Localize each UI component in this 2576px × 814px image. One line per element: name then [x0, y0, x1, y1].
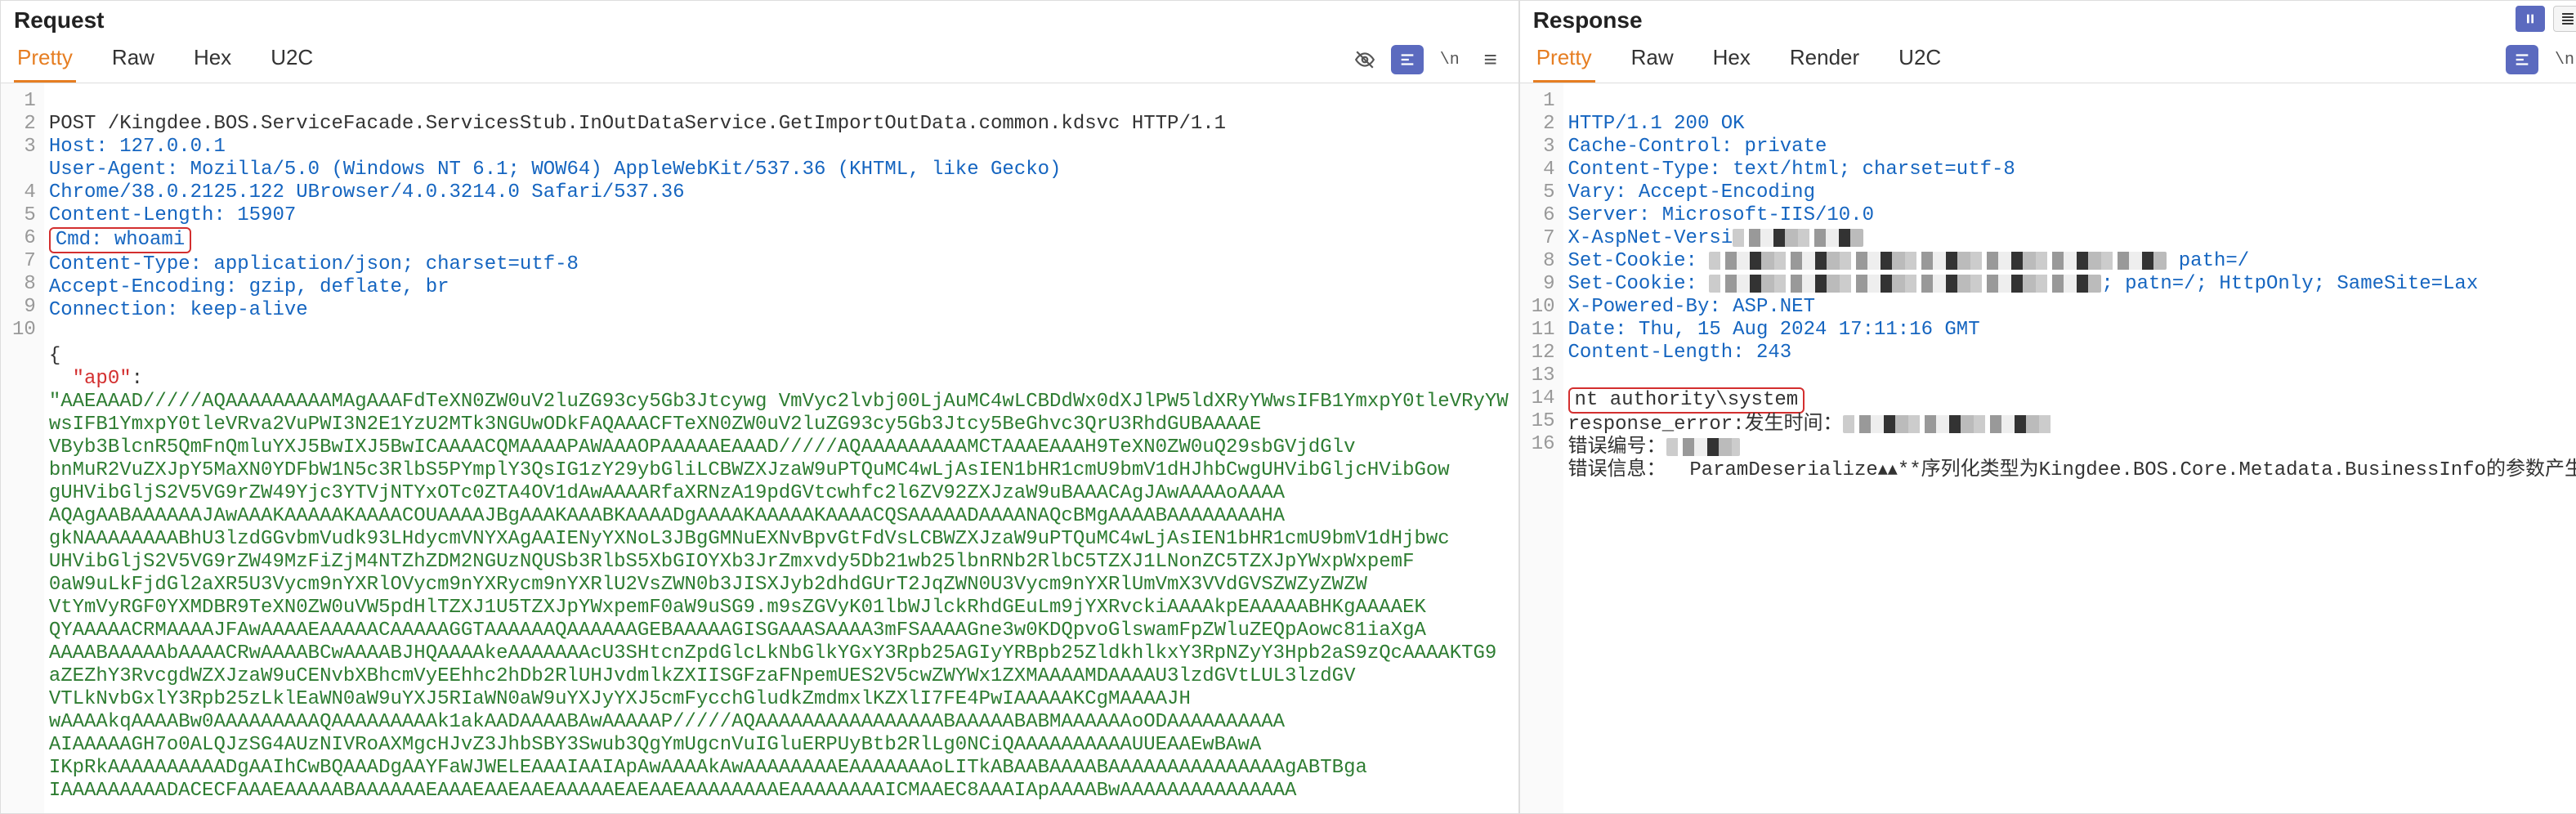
request-code[interactable]: 123 45 678 910 POST /Kingdee.BOS.Service… — [1, 83, 1518, 813]
censored-block — [1733, 229, 1863, 247]
hdr-accept-encoding: Accept-Encoding: — [49, 276, 237, 298]
resp-date: Date: — [1568, 319, 1627, 341]
hdr-connection: Connection: — [49, 299, 178, 321]
hide-icon[interactable] — [1350, 45, 1380, 74]
resp-tab-pretty[interactable]: Pretty — [1533, 37, 1595, 83]
censored-block — [1666, 438, 1740, 456]
response-tab-row: Pretty Raw Hex Render U2C \n ≡ — [1520, 37, 2576, 83]
tab-pretty[interactable]: Pretty — [14, 37, 76, 83]
status-line: HTTP/1.1 200 OK — [1568, 113, 1745, 135]
b64-payload: "AAEAAAD/////AQAAAAAAAAAMAgAAAFdTeXN0ZW0… — [49, 391, 1509, 413]
resp-server: Server: — [1568, 204, 1651, 226]
resp-tab-hex[interactable]: Hex — [1710, 37, 1754, 83]
hdr-content-type: Content-Type: — [49, 253, 202, 275]
error-code-line: 错误编号： — [1568, 436, 1666, 458]
resp-content-type: Content-Type: — [1568, 159, 1721, 181]
tab-hex[interactable]: Hex — [190, 37, 235, 83]
hdr-user-agent: User-Agent: — [49, 159, 178, 181]
resp-tab-render[interactable]: Render — [1787, 37, 1863, 83]
pause-button[interactable] — [2516, 6, 2545, 32]
request-tab-row: Pretty Raw Hex U2C \n ≡ — [1, 37, 1518, 83]
resp-pretty-toggle-icon[interactable] — [2506, 45, 2538, 74]
request-title: Request — [14, 7, 104, 34]
response-top-buttons: ≣ ■ — [2516, 6, 2576, 32]
json-key-ap0: "ap0" — [73, 368, 132, 390]
response-code[interactable]: 1234 5678 9101112 13141516 HTTP/1.1 200 … — [1520, 83, 2576, 813]
pretty-toggle-icon[interactable] — [1391, 45, 1424, 74]
response-pane: ≣ ■ Response Pretty Raw Hex Render U2C \… — [1519, 0, 2576, 814]
resp-x-powered-by: X-Powered-By: — [1568, 296, 1721, 318]
request-line: POST /Kingdee.BOS.ServiceFacade.Services… — [49, 113, 1226, 135]
censored-block — [1843, 415, 2055, 433]
resp-set-cookie-1: Set-Cookie: — [1568, 250, 1697, 272]
request-gutter: 123 45 678 910 — [1, 83, 44, 813]
request-pane: Request Pretty Raw Hex U2C \n ≡ 123 45 6… — [0, 0, 1519, 814]
response-gutter: 1234 5678 9101112 13141516 — [1520, 83, 1563, 813]
censored-block — [1709, 252, 2167, 270]
cmd-header-highlight: Cmd: whoami — [49, 227, 191, 253]
resp-wrap-icon[interactable]: \n — [2550, 45, 2576, 74]
resp-aspnet-ver: X-AspNet-Versi — [1568, 227, 1733, 249]
resp-content-length: Content-Length: — [1568, 342, 1745, 364]
resp-set-cookie-2: Set-Cookie: — [1568, 273, 1697, 295]
response-title: Response — [1533, 7, 1643, 34]
error-message-line: 错误信息： ParamDeserialize▴▴**序列化类型为Kingdee.… — [1568, 459, 2576, 481]
tab-raw[interactable]: Raw — [109, 37, 158, 83]
tab-u2c[interactable]: U2C — [267, 37, 316, 83]
hdr-host: Host: — [49, 136, 108, 158]
resp-vary: Vary: — [1568, 181, 1627, 204]
resp-tab-u2c[interactable]: U2C — [1895, 37, 1944, 83]
censored-block — [1709, 275, 2101, 293]
wrap-icon[interactable]: \n — [1435, 45, 1465, 74]
whoami-result-highlight: nt authority\system — [1568, 387, 1805, 414]
hdr-content-length: Content-Length: — [49, 204, 226, 226]
resp-tab-raw[interactable]: Raw — [1628, 37, 1677, 83]
response-error-line: response_error:发生时间： — [1568, 414, 1843, 436]
menu-icon[interactable]: ≡ — [1476, 45, 1505, 74]
list-button[interactable]: ≣ — [2553, 6, 2576, 32]
resp-cache-control: Cache-Control: — [1568, 136, 1733, 158]
